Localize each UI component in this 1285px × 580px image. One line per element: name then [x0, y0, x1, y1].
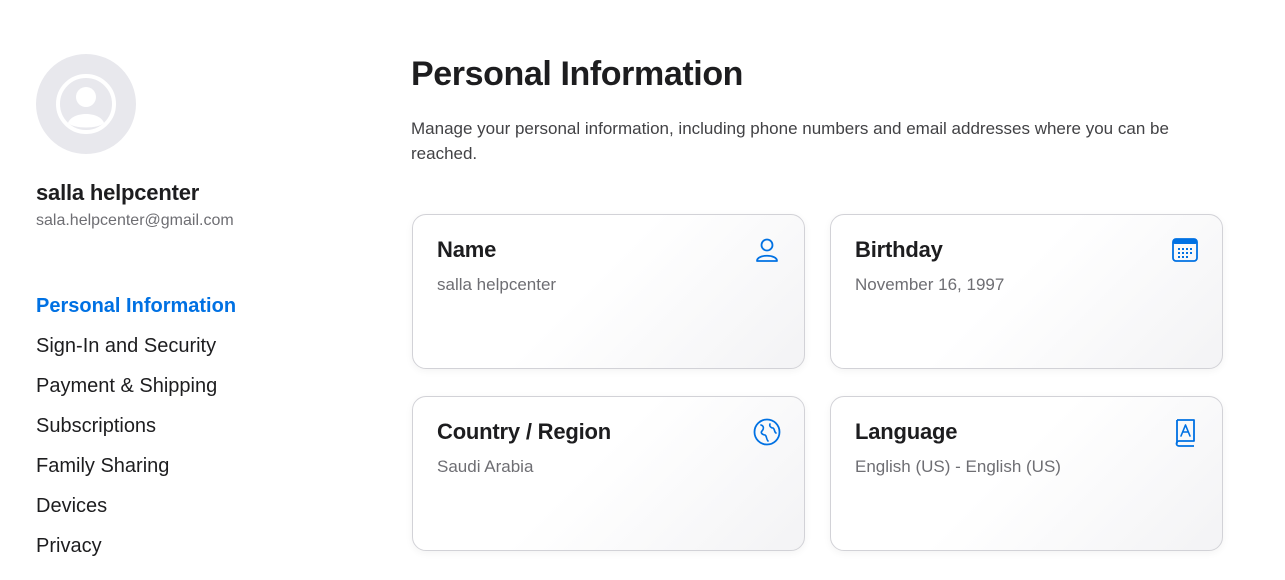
- card-title: Language: [855, 419, 958, 444]
- calendar-icon: [1172, 238, 1198, 262]
- sidebar-nav: Personal Information Sign-In and Securit…: [36, 286, 336, 566]
- sidebar-item-family-sharing[interactable]: Family Sharing: [36, 446, 336, 486]
- card-value: Saudi Arabia: [437, 457, 534, 476]
- book-icon: [1175, 419, 1195, 447]
- sidebar-item-sign-in-and-security[interactable]: Sign-In and Security: [36, 326, 336, 366]
- globe-icon: [753, 418, 781, 446]
- card-value: English (US) - English (US): [855, 457, 1061, 476]
- language-card[interactable]: Language English (US) - English (US): [830, 396, 1223, 551]
- card-title: Birthday: [855, 237, 943, 262]
- user-name: salla helpcenter: [36, 180, 200, 205]
- user-email: sala.helpcenter@gmail.com: [36, 212, 234, 229]
- sidebar-item-privacy[interactable]: Privacy: [36, 526, 336, 566]
- card-value: November 16, 1997: [855, 275, 1005, 294]
- sidebar-item-subscriptions[interactable]: Subscriptions: [36, 406, 336, 446]
- sidebar-item-devices[interactable]: Devices: [36, 486, 336, 526]
- person-icon: [756, 238, 778, 262]
- person-circle-icon: [56, 74, 116, 134]
- page-description: Manage your personal information, includ…: [411, 119, 1169, 163]
- page-title: Personal Information: [411, 55, 744, 93]
- birthday-card[interactable]: Birthday November 16, 1997: [830, 214, 1223, 369]
- main-content: Personal Information Manage your persona…: [411, 54, 1231, 551]
- info-card-grid: Name salla helpcenter Birthday November …: [412, 214, 1223, 551]
- sidebar: salla helpcenter sala.helpcenter@gmail.c…: [36, 54, 336, 566]
- avatar[interactable]: [36, 54, 136, 154]
- sidebar-item-personal-information[interactable]: Personal Information: [36, 286, 336, 326]
- sidebar-item-payment-and-shipping[interactable]: Payment & Shipping: [36, 366, 336, 406]
- card-title: Name: [437, 237, 497, 262]
- card-value: salla helpcenter: [437, 275, 557, 294]
- card-title: Country / Region: [437, 419, 612, 444]
- name-card[interactable]: Name salla helpcenter: [412, 214, 805, 369]
- country-region-card[interactable]: Country / Region Saudi Arabia: [412, 396, 805, 551]
